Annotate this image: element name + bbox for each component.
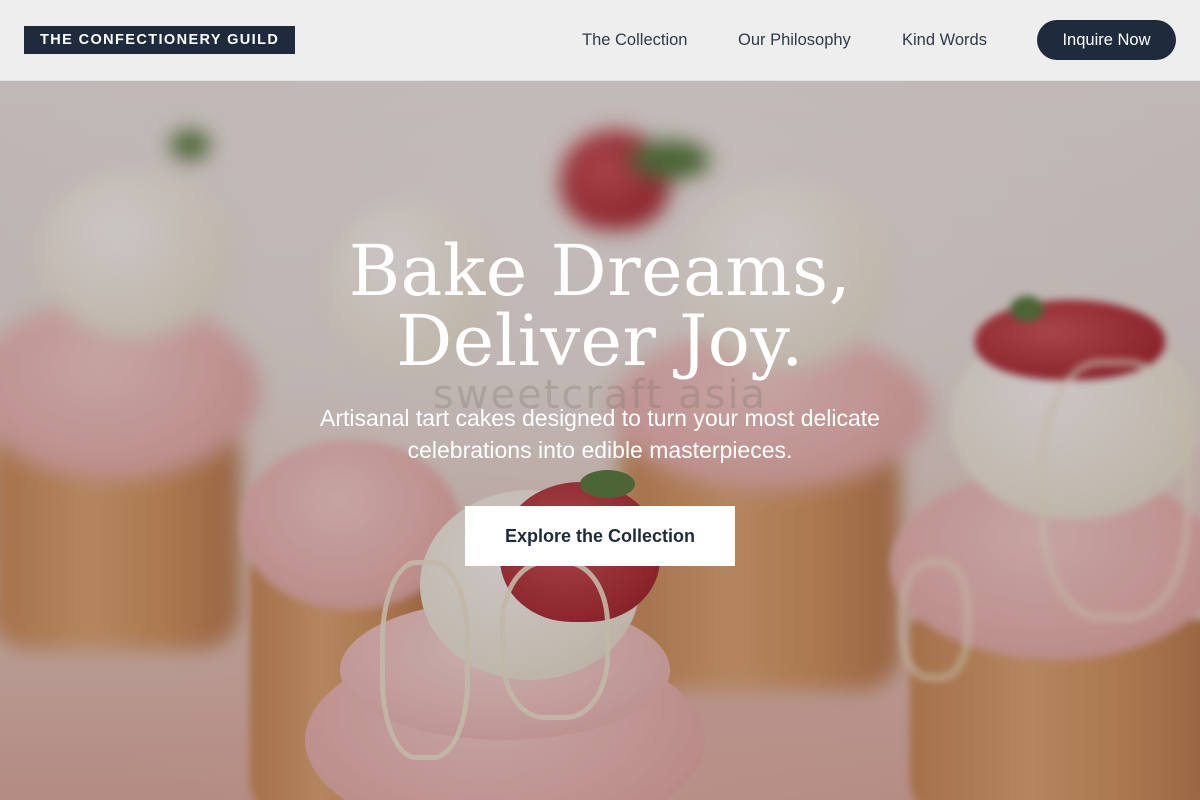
- explore-collection-button[interactable]: Explore the Collection: [465, 506, 735, 566]
- nav-link-the-collection[interactable]: The Collection: [582, 30, 687, 50]
- hero-subtitle-line-1: Artisanal tart cakes designed to turn yo…: [320, 405, 880, 431]
- hero-headline-line-2: Deliver Joy.: [396, 300, 804, 382]
- hero-subtitle-line-2: celebrations into edible masterpieces.: [407, 437, 793, 463]
- inquire-now-button[interactable]: Inquire Now: [1037, 20, 1176, 60]
- brand-logo[interactable]: THE CONFECTIONERY GUILD: [24, 26, 296, 54]
- site-header: THE CONFECTIONERY GUILD The Collection O…: [0, 0, 1200, 81]
- hero-background-image: sweetcraft asia: [0, 0, 1200, 800]
- hero-headline: Bake Dreams, Deliver Joy.: [0, 236, 1200, 376]
- hero-subtitle: Artisanal tart cakes designed to turn yo…: [270, 402, 930, 466]
- hero-headline-line-1: Bake Dreams,: [348, 230, 852, 312]
- nav-link-kind-words[interactable]: Kind Words: [902, 30, 987, 50]
- nav-link-our-philosophy[interactable]: Our Philosophy: [738, 30, 851, 50]
